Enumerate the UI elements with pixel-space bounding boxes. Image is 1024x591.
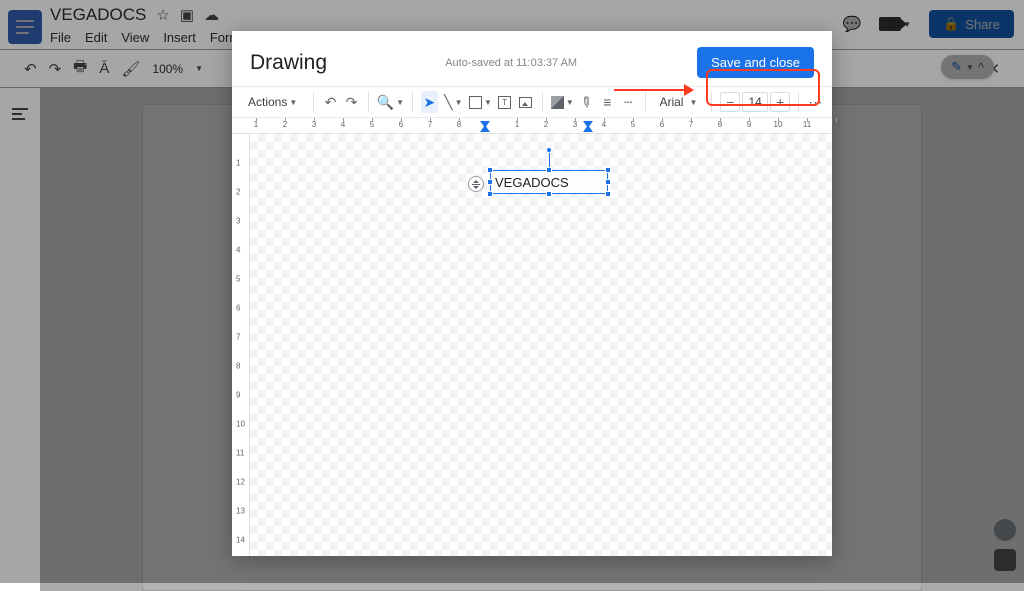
ruler-tick: 8 xyxy=(715,120,725,129)
ruler-tick: 6 xyxy=(396,120,406,129)
rotation-line xyxy=(549,151,550,167)
font-family-select[interactable]: Arial ▼ xyxy=(653,95,703,109)
resize-handle-se[interactable] xyxy=(605,191,611,197)
ruler-tick: 8 xyxy=(236,362,240,371)
ruler-tick: 8 xyxy=(454,120,464,129)
ruler-tick: 6 xyxy=(236,304,240,313)
ruler-tick: 7 xyxy=(236,333,240,342)
line-tool[interactable]: ╲▼ xyxy=(442,91,465,113)
autosave-status: Auto-saved at 11:03:37 AM xyxy=(445,57,577,69)
ruler-tick: 1 xyxy=(236,159,240,168)
ruler-tick: 10 xyxy=(773,120,783,129)
ruler-tick: 11 xyxy=(236,449,244,458)
ruler-tick: 5 xyxy=(628,120,638,129)
redo-icon[interactable]: ↷ xyxy=(343,91,360,113)
ruler-tick: 1 xyxy=(251,120,261,129)
modal-title: Drawing xyxy=(250,51,327,75)
undo-icon[interactable]: ↶ xyxy=(322,91,339,113)
resize-handle-s[interactable] xyxy=(546,191,552,197)
ruler-tick: 2 xyxy=(236,188,240,197)
font-size-value[interactable]: 14 xyxy=(742,92,768,112)
ruler-tick: 3 xyxy=(236,217,240,226)
ruler-tick: 5 xyxy=(236,275,240,284)
drawing-modal: Drawing Auto-saved at 11:03:37 AM Save a… xyxy=(232,31,832,556)
ruler-tick: 14 xyxy=(236,536,245,545)
vertical-ruler[interactable]: 1234567891011121314 xyxy=(232,134,250,556)
select-tool[interactable]: ➤ xyxy=(421,91,438,113)
textbox-tool[interactable]: T xyxy=(496,91,513,113)
resize-handle-w[interactable] xyxy=(487,179,493,185)
ruler-tick: 10 xyxy=(236,420,245,429)
save-and-close-button[interactable]: Save and close xyxy=(697,47,814,78)
ruler-tick: 13 xyxy=(236,507,245,516)
border-color-tool[interactable]: ✎ xyxy=(573,88,600,116)
ruler-tick: 2 xyxy=(280,120,290,129)
resize-handle-ne[interactable] xyxy=(605,167,611,173)
resize-handle-sw[interactable] xyxy=(487,191,493,197)
ruler-tick: 2 xyxy=(541,120,551,129)
drawing-toolbar: Actions ▼ ↶ ↷ 🔍▼ ➤ ╲▼ ▼ T ▼ ✎ ≡ ┄ Arial … xyxy=(232,86,832,118)
image-tool[interactable] xyxy=(517,91,534,113)
resize-handle-nw[interactable] xyxy=(487,167,493,173)
ruler-tick: 4 xyxy=(599,120,609,129)
font-family-label: Arial xyxy=(659,95,683,109)
ruler-tick: 7 xyxy=(686,120,696,129)
canvas-textbox[interactable]: VEGADOCS xyxy=(490,170,608,194)
ruler-tick: 7 xyxy=(425,120,435,129)
indent-left-marker[interactable] xyxy=(480,125,490,132)
font-size-decrease[interactable]: − xyxy=(720,92,740,112)
drawing-canvas[interactable]: VEGADOCS xyxy=(250,134,832,556)
ruler-tick: 3 xyxy=(309,120,319,129)
annotation-arrow xyxy=(614,85,694,95)
resize-handle-n[interactable] xyxy=(546,167,552,173)
indent-right-marker[interactable] xyxy=(583,125,593,132)
ruler-tick: 4 xyxy=(236,246,240,255)
fill-color-tool[interactable]: ▼ xyxy=(551,91,574,113)
ruler-tick: 12 xyxy=(236,478,245,487)
margin-control[interactable] xyxy=(468,176,484,192)
ruler-tick: 4 xyxy=(338,120,348,129)
actions-menu[interactable]: Actions ▼ xyxy=(240,91,305,113)
resize-handle-e[interactable] xyxy=(605,179,611,185)
ruler-tick: 9 xyxy=(236,391,240,400)
rotation-handle[interactable] xyxy=(546,147,552,153)
shape-tool[interactable]: ▼ xyxy=(469,91,492,113)
ruler-tick: 1 xyxy=(512,120,522,129)
horizontal-ruler[interactable]: 87654321123456789101112 xyxy=(232,118,832,134)
more-options-icon[interactable]: ⋯ xyxy=(807,91,824,113)
canvas-textbox-text: VEGADOCS xyxy=(495,175,569,190)
ruler-tick: 5 xyxy=(367,120,377,129)
actions-label: Actions xyxy=(248,95,287,109)
ruler-tick: 3 xyxy=(570,120,580,129)
ruler-tick: 11 xyxy=(802,120,812,129)
ruler-tick: 9 xyxy=(744,120,754,129)
zoom-tool[interactable]: 🔍▼ xyxy=(377,91,404,113)
font-size-increase[interactable]: + xyxy=(770,92,790,112)
ruler-tick: 6 xyxy=(657,120,667,129)
ruler-tick: 12 xyxy=(831,120,841,129)
